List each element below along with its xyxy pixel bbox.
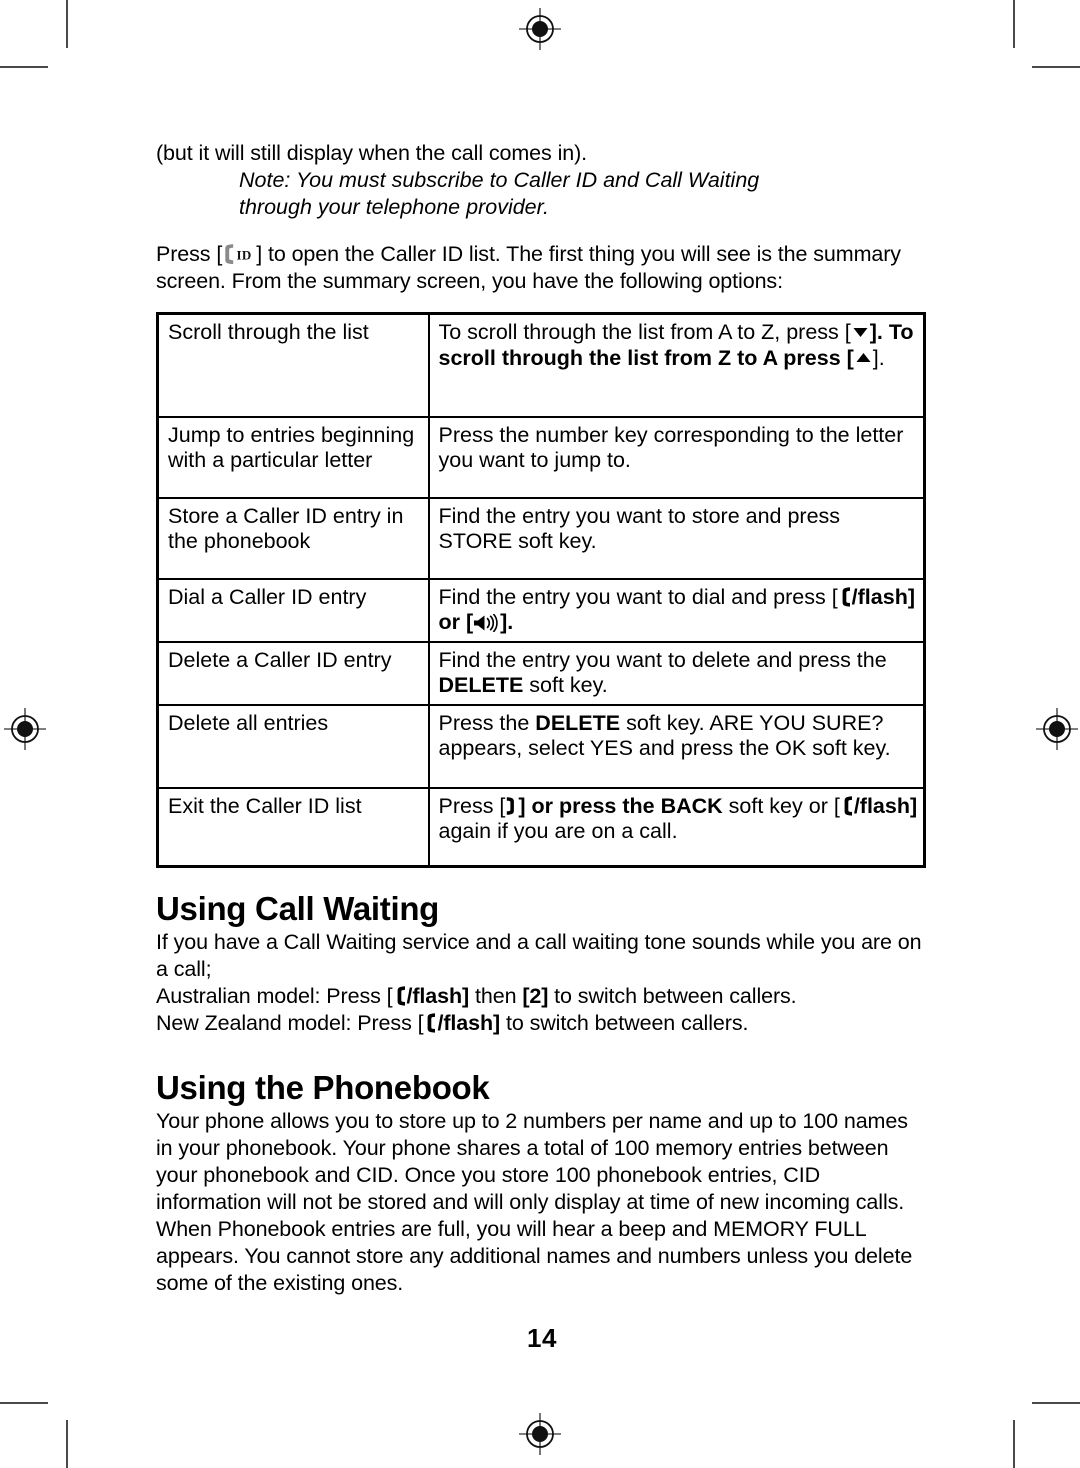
end-call-handset-icon <box>505 796 518 816</box>
registration-target-top <box>519 8 561 50</box>
call-waiting-australian-model: Australian model: Press [ /flash] then [2… <box>156 983 928 1010</box>
caller-id-handset-icon: ID <box>222 243 256 265</box>
speakerphone-icon <box>473 614 500 632</box>
table-cell-action: Delete all entries <box>156 703 430 789</box>
crop-mark-top-left-vertical <box>66 0 68 48</box>
caller-id-options-table: Scroll through the list To scroll throug… <box>156 312 926 868</box>
table-cell-description: Press the DELETE soft key. ARE YOU SURE?… <box>427 703 926 789</box>
press-instruction-paragraph: Press [ ID] to open the Caller ID list. T… <box>156 241 928 295</box>
scroll-desc-part1: To scroll through the list from A to Z, … <box>438 320 851 344</box>
flash-handset-icon <box>393 985 407 1007</box>
note-line-1: Note: You must subscribe to Caller ID an… <box>239 168 760 192</box>
arrow-up-icon <box>854 350 873 366</box>
exit-desc-part4: /flash] <box>853 793 918 818</box>
scroll-desc-part3: ]. <box>872 345 885 370</box>
exit-desc-part5: again if you are on a call. <box>438 819 678 843</box>
section-heading-call-waiting: Using Call Waiting <box>156 890 440 927</box>
table-cell-description: Find the entry you want to store and pre… <box>427 496 926 580</box>
au-prefix: Australian model: Press [ <box>156 984 393 1008</box>
crop-mark-top-left-horizontal <box>0 66 48 68</box>
crop-mark-bottom-right-vertical <box>1013 1420 1015 1468</box>
arrow-down-icon <box>851 324 870 340</box>
table-cell-description: Find the entry you want to dial and pres… <box>427 577 926 643</box>
delete-all-keyword: DELETE <box>535 710 621 735</box>
phonebook-body: Your phone allows you to store up to 2 n… <box>156 1109 913 1295</box>
call-waiting-new-zealand-model: New Zealand model: Press [ /flash] to swi… <box>156 1010 928 1037</box>
registration-target-left <box>4 708 46 750</box>
table-cell-action: Jump to entries beginning with a particu… <box>156 415 430 499</box>
au-flash-label: /flash] <box>406 984 470 1008</box>
table-row: Delete a Caller ID entry Find the entry … <box>156 640 926 706</box>
table-cell-description: Press [ ] or press the BACK soft key or [… <box>427 786 926 868</box>
crop-mark-bottom-left-horizontal <box>0 1402 48 1404</box>
crop-mark-bottom-left-vertical <box>66 1420 68 1468</box>
au-key-label: [2] <box>522 984 549 1008</box>
table-cell-description: To scroll through the list from A to Z, … <box>427 312 926 418</box>
intro-paragraph-line1: (but it will still display when the call… <box>156 141 588 165</box>
table-cell-action: Exit the Caller ID list <box>156 786 430 868</box>
call-waiting-body: If you have a Call Waiting service and a… <box>156 930 922 981</box>
table-row: Delete all entries Press the DELETE soft… <box>156 703 926 789</box>
table-cell-description: Find the entry you want to delete and pr… <box>427 640 926 706</box>
exit-desc-part3: soft key or [ <box>722 793 840 818</box>
au-mid: then <box>469 984 523 1008</box>
flash-handset-icon <box>840 795 854 817</box>
exit-desc-part2: ] or press the <box>518 793 661 818</box>
table-cell-action: Store a Caller ID entry in the phonebook <box>156 496 430 580</box>
registration-target-right <box>1036 708 1078 750</box>
table-row: Store a Caller ID entry in the phonebook… <box>156 496 926 580</box>
registration-target-bottom <box>519 1413 561 1455</box>
delete-desc-part1: Find the entry you want to delete and pr… <box>438 647 887 672</box>
press-prefix: Press [ <box>156 242 223 266</box>
table-cell-action: Scroll through the list <box>156 312 430 418</box>
table-row: Jump to entries beginning with a particu… <box>156 415 926 499</box>
nz-suffix: to switch between callers. <box>500 1011 749 1035</box>
note-line-2: through your telephone provider. <box>239 195 549 219</box>
table-row: Exit the Caller ID list Press [ ] or pres… <box>156 786 926 868</box>
delete-all-part1: Press the <box>438 710 536 735</box>
flash-handset-icon <box>838 586 852 608</box>
page-number: 14 <box>527 1323 557 1353</box>
flash-handset-icon <box>423 1012 437 1034</box>
delete-desc-part2: soft key. <box>523 673 608 697</box>
section-heading-phonebook: Using the Phonebook <box>156 1069 490 1106</box>
delete-keyword: DELETE <box>438 673 524 697</box>
au-suffix: to switch between callers. <box>548 984 797 1008</box>
table-cell-description: Press the number key corresponding to th… <box>427 415 926 499</box>
back-keyword: BACK <box>660 793 723 818</box>
nz-prefix: New Zealand model: Press [ <box>156 1011 424 1035</box>
dial-desc-part1: Find the entry you want to dial and pres… <box>438 584 838 609</box>
table-cell-action: Dial a Caller ID entry <box>156 577 430 643</box>
press-suffix: ] to open the Caller ID list. The first … <box>156 242 901 293</box>
table-row: Dial a Caller ID entry Find the entry yo… <box>156 577 926 643</box>
crop-mark-top-right-vertical <box>1013 0 1015 48</box>
table-row: Scroll through the list To scroll throug… <box>156 312 926 418</box>
manual-page-content: (but it will still display when the call… <box>156 140 928 1354</box>
table-cell-action: Delete a Caller ID entry <box>156 640 430 706</box>
note-paragraph: Note: You must subscribe to Caller ID an… <box>239 167 928 221</box>
crop-mark-top-right-horizontal <box>1032 66 1080 68</box>
dial-desc-part3: ]. <box>500 610 514 634</box>
nz-flash-label: /flash] <box>437 1011 501 1035</box>
svg-text:ID: ID <box>237 248 252 263</box>
exit-desc-part1: Press [ <box>438 793 506 818</box>
crop-mark-bottom-right-horizontal <box>1032 1402 1080 1404</box>
